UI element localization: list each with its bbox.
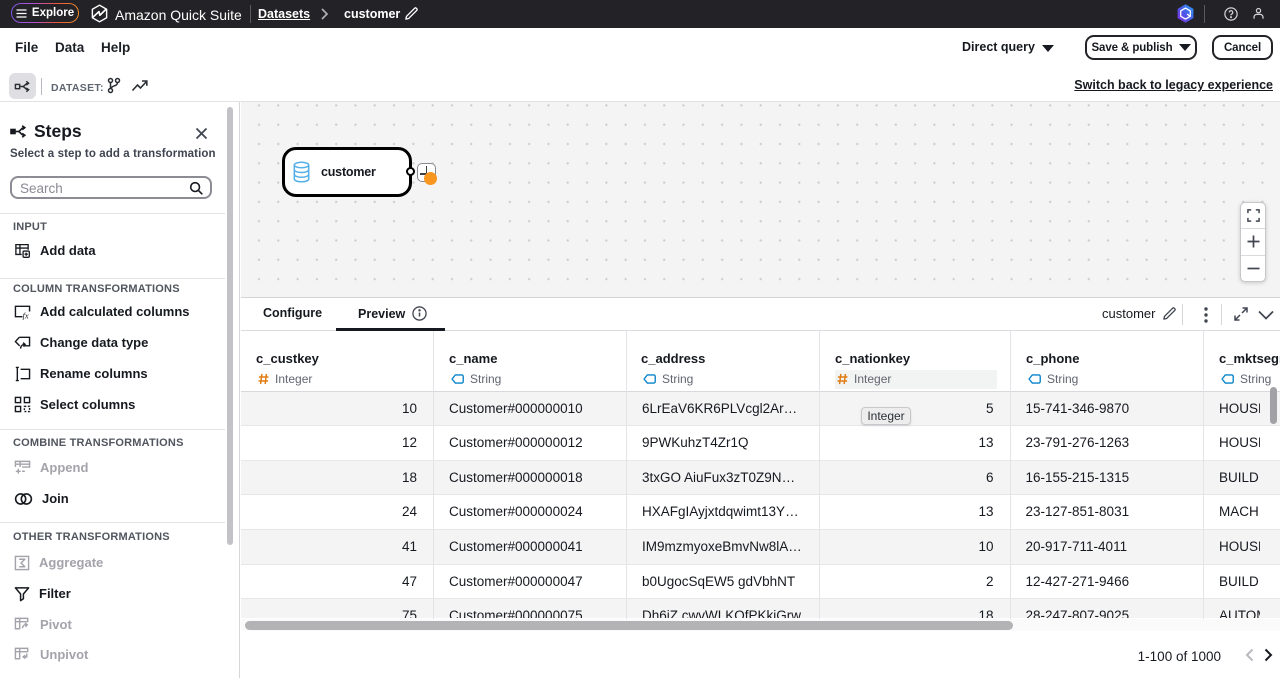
- svg-text:fx: fx: [23, 310, 29, 319]
